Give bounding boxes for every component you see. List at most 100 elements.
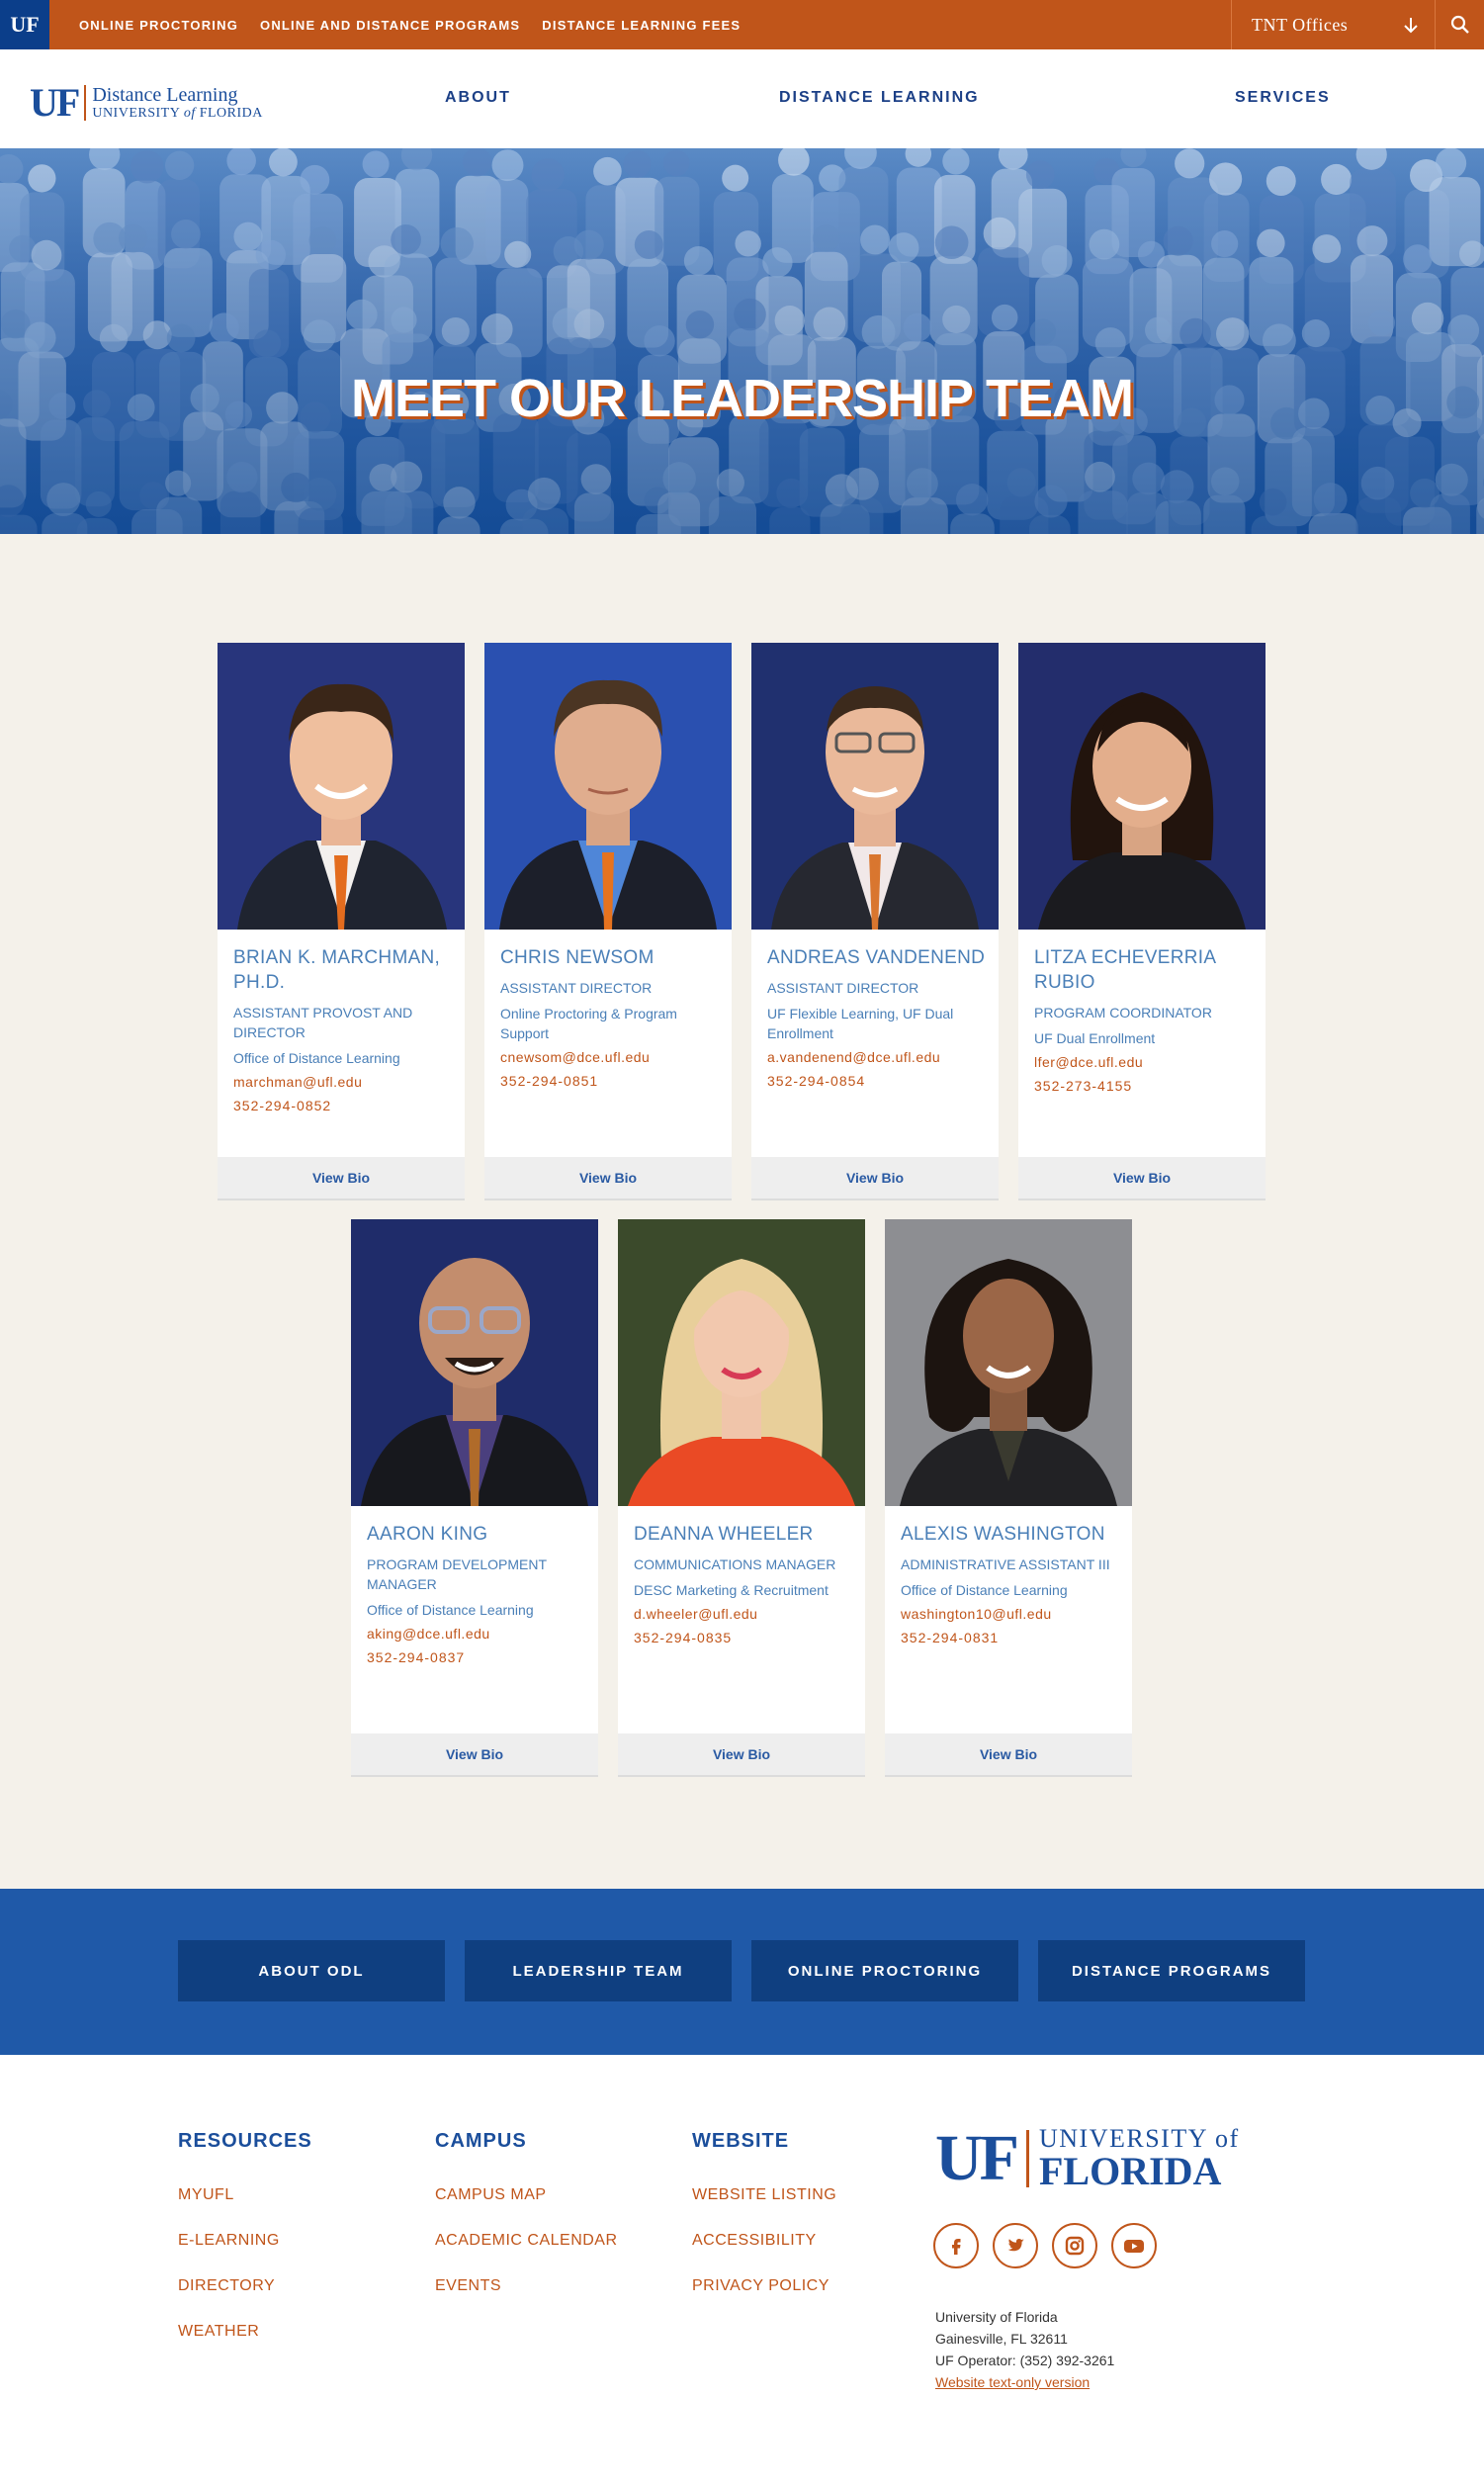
footer-link-events[interactable]: EVENTS [435, 2277, 618, 2295]
top-utility-bar: UF ONLINE PROCTORING ONLINE AND DISTANCE… [0, 0, 1484, 49]
view-bio-button[interactable]: View Bio [218, 1157, 465, 1200]
member-phone[interactable]: 352-294-0831 [901, 1628, 1120, 1647]
instagram-link[interactable] [1052, 2223, 1097, 2268]
member-department: UF Flexible Learning, UF Dual Enrollment [767, 1006, 954, 1041]
logo-line2-post: FLORIDA [195, 105, 263, 121]
about-odl-button[interactable]: ABOUT ODL [178, 1940, 445, 2001]
member-name[interactable]: DEANNA WHEELER [634, 1522, 853, 1547]
uf-home-logo[interactable]: UF [0, 0, 49, 49]
distance-programs-button[interactable]: DISTANCE PROGRAMS [1038, 1940, 1305, 2001]
portrait-photo [484, 643, 732, 930]
member-name[interactable]: LITZA ECHEVERRIA RUBIO [1034, 945, 1254, 995]
youtube-link[interactable] [1111, 2223, 1157, 2268]
leadership-team-button[interactable]: LEADERSHIP TEAM [465, 1940, 732, 2001]
online-proctoring-button[interactable]: ONLINE PROCTORING [751, 1940, 1018, 2001]
member-email[interactable]: lfer@dce.ufl.edu [1034, 1052, 1254, 1072]
member-info: ANDREAS VANDENEND ASSISTANT DIRECTOR UF … [767, 945, 987, 1091]
facebook-link[interactable] [933, 2223, 979, 2268]
toplink-online-distance-programs[interactable]: ONLINE AND DISTANCE PROGRAMS [260, 18, 520, 33]
member-phone[interactable]: 352-294-0851 [500, 1071, 720, 1091]
member-department: DESC Marketing & Recruitment [634, 1582, 829, 1598]
member-name[interactable]: BRIAN K. MARCHMAN, PH.D. [233, 945, 453, 995]
distance-learning-logo[interactable]: UF Distance Learning UNIVERSITY of FLORI… [30, 79, 263, 126]
text-only-version-link[interactable]: Website text-only version [935, 2371, 1114, 2393]
view-bio-button[interactable]: View Bio [351, 1733, 598, 1777]
member-name[interactable]: AARON KING [367, 1522, 586, 1547]
nav-about[interactable]: ABOUT [445, 89, 511, 107]
footer-heading-campus: CAMPUS [435, 2130, 527, 2152]
member-phone[interactable]: 352-294-0852 [233, 1096, 453, 1115]
nav-services[interactable]: SERVICES [1235, 89, 1331, 107]
member-email[interactable]: washington10@ufl.edu [901, 1604, 1120, 1624]
twitter-icon [1007, 2239, 1024, 2252]
top-links: ONLINE PROCTORING ONLINE AND DISTANCE PR… [79, 0, 741, 49]
member-department: Office of Distance Learning [901, 1582, 1068, 1598]
member-name[interactable]: ANDREAS VANDENEND [767, 945, 987, 970]
address-line2: Gainesville, FL 32611 [935, 2331, 1068, 2347]
tnt-offices-dropdown[interactable]: TNT Offices [1231, 0, 1435, 49]
page-title: MEET OUR LEADERSHIP TEAM [350, 369, 1134, 428]
footer-link-academic-calendar[interactable]: ACADEMIC CALENDAR [435, 2232, 618, 2250]
logo-divider [84, 84, 87, 121]
team-card-washington: ALEXIS WASHINGTON ADMINISTRATIVE ASSISTA… [885, 1219, 1132, 1777]
logo-line2-of: of [183, 105, 196, 121]
view-bio-button[interactable]: View Bio [484, 1157, 732, 1200]
instagram-icon [1065, 2236, 1085, 2256]
member-title: ASSISTANT DIRECTOR [500, 980, 653, 996]
toplink-distance-learning-fees[interactable]: DISTANCE LEARNING FEES [542, 18, 741, 33]
search-button[interactable] [1435, 0, 1484, 49]
footer-link-weather[interactable]: WEATHER [178, 2323, 312, 2341]
footer-website: WEBSITE WEBSITE LISTING ACCESSIBILITY PR… [692, 2130, 836, 2295]
footer-link-directory[interactable]: DIRECTORY [178, 2277, 312, 2295]
portrait-photo [218, 643, 465, 930]
member-phone[interactable]: 352-294-0835 [634, 1628, 853, 1647]
university-of-florida-logo[interactable]: UF UNIVERSITY of FLORIDA [935, 2126, 1240, 2191]
team-card-echeverria-rubio: LITZA ECHEVERRIA RUBIO PROGRAM COORDINAT… [1018, 643, 1266, 1200]
nav-distance-learning[interactable]: DISTANCE LEARNING [779, 89, 980, 107]
member-name[interactable]: CHRIS NEWSOM [500, 945, 720, 970]
address-phone: UF Operator: (352) 392-3261 [935, 2353, 1115, 2368]
member-email[interactable]: cnewsom@dce.ufl.edu [500, 1047, 720, 1067]
view-bio-button[interactable]: View Bio [1018, 1157, 1266, 1200]
twitter-link[interactable] [993, 2223, 1038, 2268]
crowd-background-image [0, 148, 1484, 534]
footer-link-campus-map[interactable]: CAMPUS MAP [435, 2186, 618, 2204]
portrait-photo [618, 1219, 865, 1506]
team-card-marchman: BRIAN K. MARCHMAN, PH.D. ASSISTANT PROVO… [218, 643, 465, 1200]
member-email[interactable]: marchman@ufl.edu [233, 1072, 453, 1092]
footer-link-accessibility[interactable]: ACCESSIBILITY [692, 2232, 836, 2250]
logo-text: Distance Learning UNIVERSITY of FLORIDA [92, 84, 263, 122]
logo-uf-mark: UF [30, 80, 80, 125]
member-email[interactable]: d.wheeler@ufl.edu [634, 1604, 853, 1624]
toplink-online-proctoring[interactable]: ONLINE PROCTORING [79, 18, 238, 33]
leadership-team-section: BRIAN K. MARCHMAN, PH.D. ASSISTANT PROVO… [0, 534, 1484, 1889]
uf-logo-words: UNIVERSITY of FLORIDA [1039, 2126, 1240, 2191]
logo-line2-pre: UNIVERSITY [92, 105, 184, 121]
footer-address: University of Florida Gainesville, FL 32… [935, 2306, 1114, 2393]
view-bio-button[interactable]: View Bio [885, 1733, 1132, 1777]
footer-heading-website: WEBSITE [692, 2130, 790, 2152]
member-phone[interactable]: 352-294-0837 [367, 1647, 586, 1667]
member-phone[interactable]: 352-273-4155 [1034, 1076, 1254, 1096]
arrow-down-icon [1404, 18, 1418, 34]
footer-campus: CAMPUS CAMPUS MAP ACADEMIC CALENDAR EVEN… [435, 2130, 618, 2295]
member-email[interactable]: a.vandenend@dce.ufl.edu [767, 1047, 987, 1067]
member-title: COMMUNICATIONS MANAGER [634, 1556, 836, 1572]
member-info: LITZA ECHEVERRIA RUBIO PROGRAM COORDINAT… [1034, 945, 1254, 1096]
footer-link-myufl[interactable]: MYUFL [178, 2186, 312, 2204]
member-name[interactable]: ALEXIS WASHINGTON [901, 1522, 1120, 1547]
footer-link-elearning[interactable]: E-LEARNING [178, 2232, 312, 2250]
member-phone[interactable]: 352-294-0854 [767, 1071, 987, 1091]
footer-link-privacy-policy[interactable]: PRIVACY POLICY [692, 2277, 836, 2295]
view-bio-button[interactable]: View Bio [618, 1733, 865, 1777]
footer-link-website-listing[interactable]: WEBSITE LISTING [692, 2186, 836, 2204]
uf-logo-divider [1025, 2130, 1029, 2187]
footer-heading-resources: RESOURCES [178, 2130, 312, 2152]
member-department: Office of Distance Learning [233, 1050, 400, 1066]
hero-banner: MEET OUR LEADERSHIP TEAM [0, 148, 1484, 534]
view-bio-button[interactable]: View Bio [751, 1157, 999, 1200]
member-info: BRIAN K. MARCHMAN, PH.D. ASSISTANT PROVO… [233, 945, 453, 1115]
member-title: ASSISTANT PROVOST AND DIRECTOR [233, 1005, 413, 1040]
member-title: ASSISTANT DIRECTOR [767, 980, 919, 996]
member-email[interactable]: aking@dce.ufl.edu [367, 1624, 586, 1643]
